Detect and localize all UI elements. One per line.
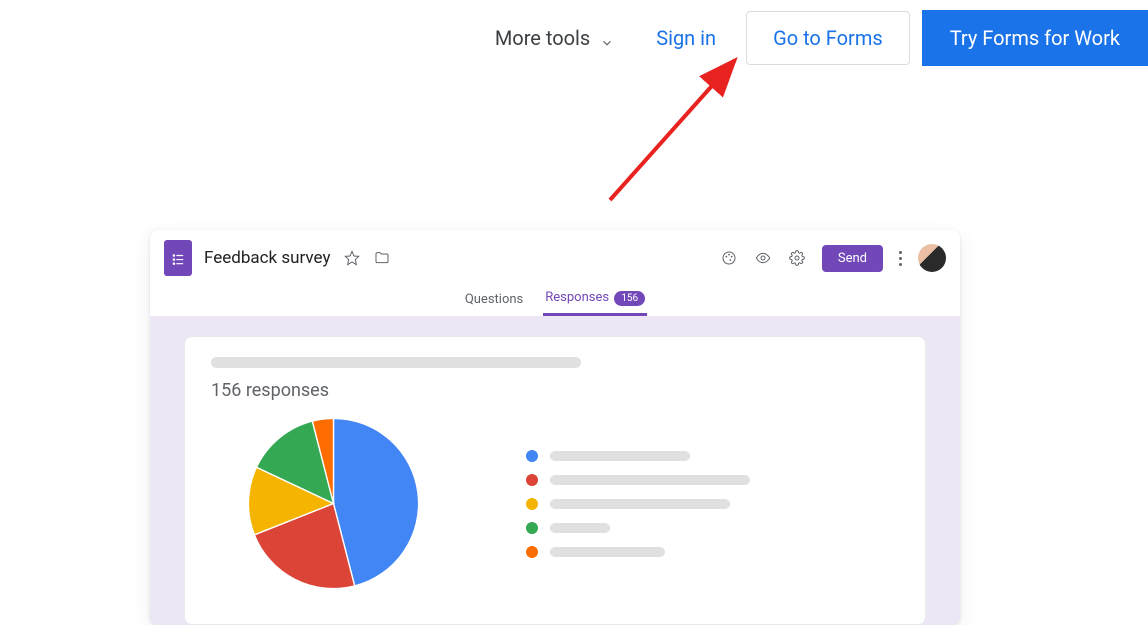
customize-theme-icon[interactable]: [720, 249, 738, 267]
top-nav: More tools Sign in Go to Forms Try Forms…: [483, 10, 1148, 66]
more-tools-label: More tools: [495, 26, 590, 50]
legend-placeholder: [550, 475, 750, 485]
legend-row: [526, 450, 750, 462]
forms-header: Feedback survey Send: [150, 230, 960, 286]
responses-count-text: 156 responses: [211, 380, 899, 401]
move-to-folder-icon[interactable]: [373, 249, 391, 267]
try-forms-for-work-button[interactable]: Try Forms for Work: [922, 10, 1148, 66]
more-tools-dropdown[interactable]: More tools: [483, 18, 626, 58]
settings-gear-icon[interactable]: [788, 249, 806, 267]
pie-chart: [241, 411, 426, 596]
tabs-row: Questions Responses 156: [150, 286, 960, 316]
legend-placeholder: [550, 451, 690, 461]
google-forms-logo-icon: [164, 240, 192, 276]
avatar[interactable]: [918, 244, 946, 272]
legend-dot-icon: [526, 522, 538, 534]
star-icon[interactable]: [343, 249, 361, 267]
send-button[interactable]: Send: [822, 245, 883, 272]
legend-row: [526, 474, 750, 486]
legend-dot-icon: [526, 498, 538, 510]
tab-responses-label: Responses: [545, 290, 609, 305]
forms-preview-card: Feedback survey Send Questions Respons: [150, 230, 960, 625]
tab-questions[interactable]: Questions: [463, 288, 525, 315]
legend-placeholder: [550, 499, 730, 509]
legend-placeholder: [550, 523, 610, 533]
legend-row: [526, 546, 750, 558]
chart-legend: [526, 450, 750, 558]
preview-body: 156 responses: [150, 316, 960, 625]
legend-dot-icon: [526, 450, 538, 462]
responses-card: 156 responses: [184, 336, 926, 625]
annotation-arrow: [590, 50, 760, 210]
sign-in-link[interactable]: Sign in: [638, 14, 734, 62]
responses-count-badge: 156: [614, 291, 645, 306]
legend-row: [526, 522, 750, 534]
chart-row: [211, 411, 899, 596]
header-icons: Send: [720, 244, 946, 272]
preview-icon[interactable]: [754, 249, 772, 267]
tab-responses[interactable]: Responses 156: [543, 286, 647, 316]
chevron-down-icon: [600, 31, 614, 45]
more-menu-icon[interactable]: [899, 251, 902, 266]
legend-dot-icon: [526, 474, 538, 486]
legend-dot-icon: [526, 546, 538, 558]
placeholder-bar: [211, 357, 581, 368]
document-title[interactable]: Feedback survey: [204, 248, 331, 268]
legend-row: [526, 498, 750, 510]
legend-placeholder: [550, 547, 665, 557]
go-to-forms-button[interactable]: Go to Forms: [746, 11, 910, 65]
